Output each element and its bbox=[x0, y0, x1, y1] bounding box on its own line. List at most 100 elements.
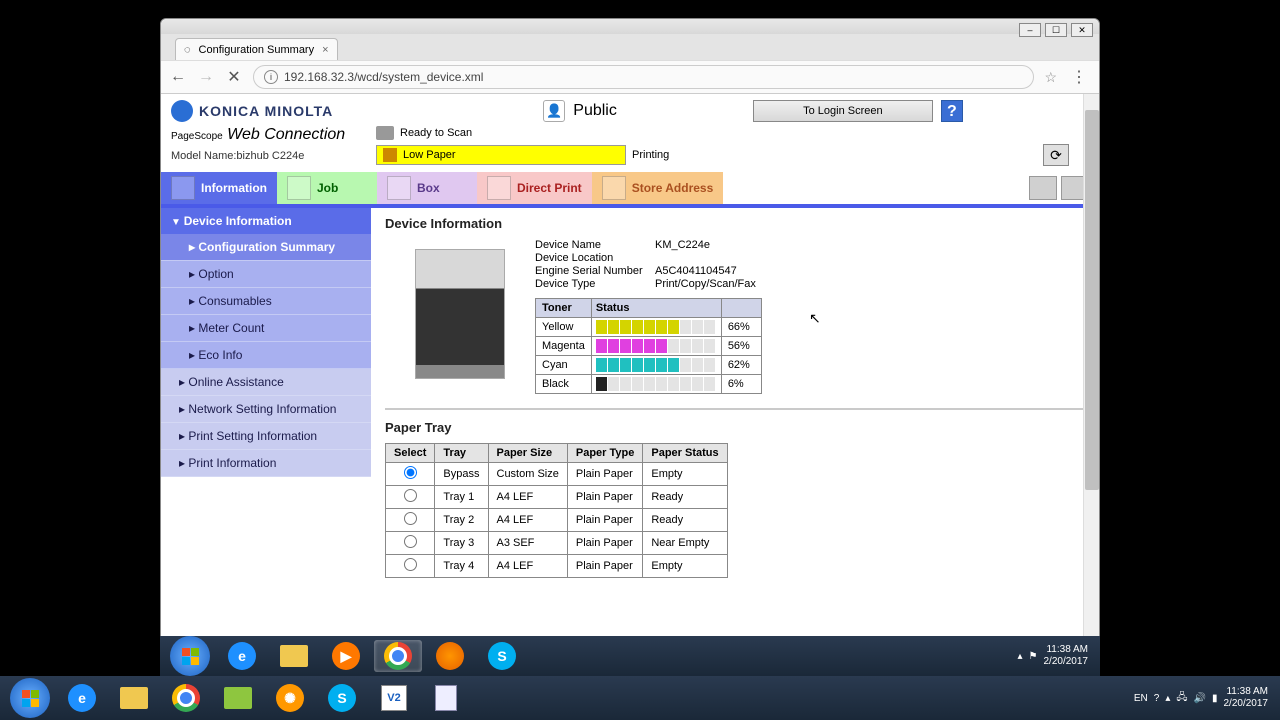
scanner-status-icon bbox=[376, 126, 394, 140]
window-titlebar[interactable]: – ☐ ✕ bbox=[161, 19, 1099, 34]
site-info-icon[interactable]: i bbox=[264, 70, 278, 84]
taskbar-skype[interactable]: S bbox=[478, 640, 526, 672]
table-row: Tray 4A4 LEFPlain PaperEmpty bbox=[386, 555, 728, 578]
toner-bar bbox=[596, 339, 717, 353]
sidebar-item-meter-count[interactable]: Meter Count bbox=[161, 315, 371, 342]
low-paper-label: Low Paper bbox=[403, 149, 456, 161]
tray-select-radio[interactable] bbox=[404, 558, 417, 571]
browser-tabstrip: ◌ Configuration Summary × bbox=[161, 34, 1099, 60]
device-information-title: Device Information bbox=[385, 216, 1085, 231]
taskbar-firefox[interactable] bbox=[426, 640, 474, 672]
sidebar-item-online-assistance[interactable]: Online Assistance bbox=[161, 369, 371, 396]
system-tray[interactable]: ▴ ⚑ 11:38 AM2/20/2017 bbox=[1018, 644, 1097, 668]
tray-type: Plain Paper bbox=[567, 486, 643, 509]
tab-information[interactable]: Information bbox=[161, 172, 277, 204]
browser-toolbar: ← → ✕ i 192.168.32.3/wcd/system_device.x… bbox=[161, 60, 1099, 94]
stop-reload-button[interactable]: ✕ bbox=[225, 68, 243, 86]
tab-box[interactable]: Box bbox=[377, 172, 477, 204]
device-info-value: KM_C224e bbox=[655, 239, 710, 251]
outer-tray-up-icon[interactable]: ▴ bbox=[1165, 693, 1170, 704]
table-row: Tray 2A4 LEFPlain PaperReady bbox=[386, 509, 728, 532]
outer-taskbar-notes[interactable] bbox=[214, 682, 262, 714]
tray-select-radio[interactable] bbox=[404, 512, 417, 525]
konica-logo-icon bbox=[171, 100, 193, 122]
outer-start-button[interactable] bbox=[6, 682, 54, 714]
window-close-button[interactable]: ✕ bbox=[1071, 23, 1093, 37]
vertical-scrollbar[interactable] bbox=[1083, 94, 1099, 637]
outer-tray-lang[interactable]: EN bbox=[1134, 693, 1148, 704]
tab-title: Configuration Summary bbox=[199, 44, 315, 56]
outer-taskbar-skype[interactable]: S bbox=[318, 682, 366, 714]
view-mode-icon-1[interactable] bbox=[1029, 176, 1057, 200]
help-button[interactable]: ? bbox=[941, 100, 963, 122]
taskbar-explorer[interactable] bbox=[270, 640, 318, 672]
tray-select-radio[interactable] bbox=[404, 489, 417, 502]
toner-percent: 56% bbox=[721, 337, 761, 356]
outer-taskbar-vnc[interactable]: V2 bbox=[370, 682, 418, 714]
tray-select-radio[interactable] bbox=[404, 466, 417, 479]
box-icon bbox=[387, 176, 411, 200]
tray-size: A4 LEF bbox=[488, 486, 567, 509]
tray-up-icon[interactable]: ▴ bbox=[1018, 651, 1023, 662]
sidebar-item-option[interactable]: Option bbox=[161, 261, 371, 288]
window-minimize-button[interactable]: – bbox=[1019, 23, 1041, 37]
outer-taskbar-notepad[interactable] bbox=[422, 682, 470, 714]
tray-size: A4 LEF bbox=[488, 509, 567, 532]
outer-taskbar[interactable]: e ✺ S V2 EN ? ▴ 🖧 🔊 ▮ 11:38 AM2/20/2017 bbox=[0, 676, 1280, 720]
sidebar-item-configuration-summary[interactable]: Configuration Summary bbox=[161, 234, 371, 261]
outer-taskbar-explorer[interactable] bbox=[110, 682, 158, 714]
printer-image bbox=[415, 249, 505, 379]
tray-header: Tray bbox=[435, 444, 488, 463]
browser-tab[interactable]: ◌ Configuration Summary × bbox=[175, 38, 338, 60]
bookmark-star-icon[interactable]: ☆ bbox=[1044, 69, 1057, 86]
back-button[interactable]: ← bbox=[169, 68, 187, 86]
url-bar[interactable]: i 192.168.32.3/wcd/system_device.xml bbox=[253, 65, 1034, 89]
outer-system-tray[interactable]: EN ? ▴ 🖧 🔊 ▮ 11:38 AM2/20/2017 bbox=[1134, 686, 1276, 710]
tray-select-radio[interactable] bbox=[404, 535, 417, 548]
taskbar-media[interactable]: ▶ bbox=[322, 640, 370, 672]
tab-direct-print[interactable]: Direct Print bbox=[477, 172, 592, 204]
browser-menu-icon[interactable]: ⋮ bbox=[1067, 67, 1091, 87]
model-name-label: Model Name: bbox=[171, 150, 236, 162]
tab-store-address[interactable]: Store Address bbox=[592, 172, 724, 204]
tray-flag-icon[interactable]: ⚑ bbox=[1029, 651, 1038, 662]
tray-name: Bypass bbox=[435, 463, 488, 486]
sidebar-item-print-information[interactable]: Print Information bbox=[161, 450, 371, 477]
outer-taskbar-app[interactable]: ✺ bbox=[266, 682, 314, 714]
paper-tray-title: Paper Tray bbox=[385, 420, 1085, 435]
tray-time: 11:38 AM bbox=[1044, 644, 1089, 656]
warning-icon bbox=[383, 148, 397, 162]
outer-taskbar-chrome[interactable] bbox=[162, 682, 210, 714]
tray-size: Custom Size bbox=[488, 463, 567, 486]
brand-name: KONICA MINOLTA bbox=[199, 103, 333, 119]
device-info-label: Engine Serial Number bbox=[535, 265, 655, 277]
forward-button[interactable]: → bbox=[197, 68, 215, 86]
browser-window: – ☐ ✕ ◌ Configuration Summary × ← → ✕ i … bbox=[160, 18, 1100, 636]
outer-tray-help-icon[interactable]: ? bbox=[1154, 693, 1160, 704]
content-area: Device Information Device NameKM_C224eDe… bbox=[371, 208, 1099, 586]
sidebar-item-network-setting-information[interactable]: Network Setting Information bbox=[161, 396, 371, 423]
inner-taskbar[interactable]: e ▶ S ▴ ⚑ 11:38 AM2/20/2017 bbox=[160, 636, 1100, 676]
sidebar-device-information[interactable]: Device Information bbox=[161, 208, 371, 234]
tab-job[interactable]: Job bbox=[277, 172, 377, 204]
outer-tray-volume-icon[interactable]: 🔊 bbox=[1194, 693, 1206, 704]
sidebar-item-print-setting-information[interactable]: Print Setting Information bbox=[161, 423, 371, 450]
toner-percent: 66% bbox=[721, 318, 761, 337]
refresh-button[interactable]: ⟳ bbox=[1043, 144, 1069, 166]
taskbar-chrome[interactable] bbox=[374, 640, 422, 672]
pagescope-label: PageScope bbox=[171, 131, 223, 142]
tray-status: Empty bbox=[643, 463, 727, 486]
outer-taskbar-ie[interactable]: e bbox=[58, 682, 106, 714]
window-maximize-button[interactable]: ☐ bbox=[1045, 23, 1067, 37]
toner-name: Black bbox=[536, 375, 592, 394]
to-login-screen-button[interactable]: To Login Screen bbox=[753, 100, 933, 122]
information-icon bbox=[171, 176, 195, 200]
sidebar-item-eco-info[interactable]: Eco Info bbox=[161, 342, 371, 369]
sidebar-item-consumables[interactable]: Consumables bbox=[161, 288, 371, 315]
start-button[interactable] bbox=[166, 640, 214, 672]
direct-print-icon bbox=[487, 176, 511, 200]
outer-tray-network-icon[interactable]: 🖧 bbox=[1176, 690, 1187, 707]
outer-tray-battery-icon[interactable]: ▮ bbox=[1212, 693, 1218, 704]
tab-close-icon[interactable]: × bbox=[322, 44, 328, 56]
taskbar-ie[interactable]: e bbox=[218, 640, 266, 672]
